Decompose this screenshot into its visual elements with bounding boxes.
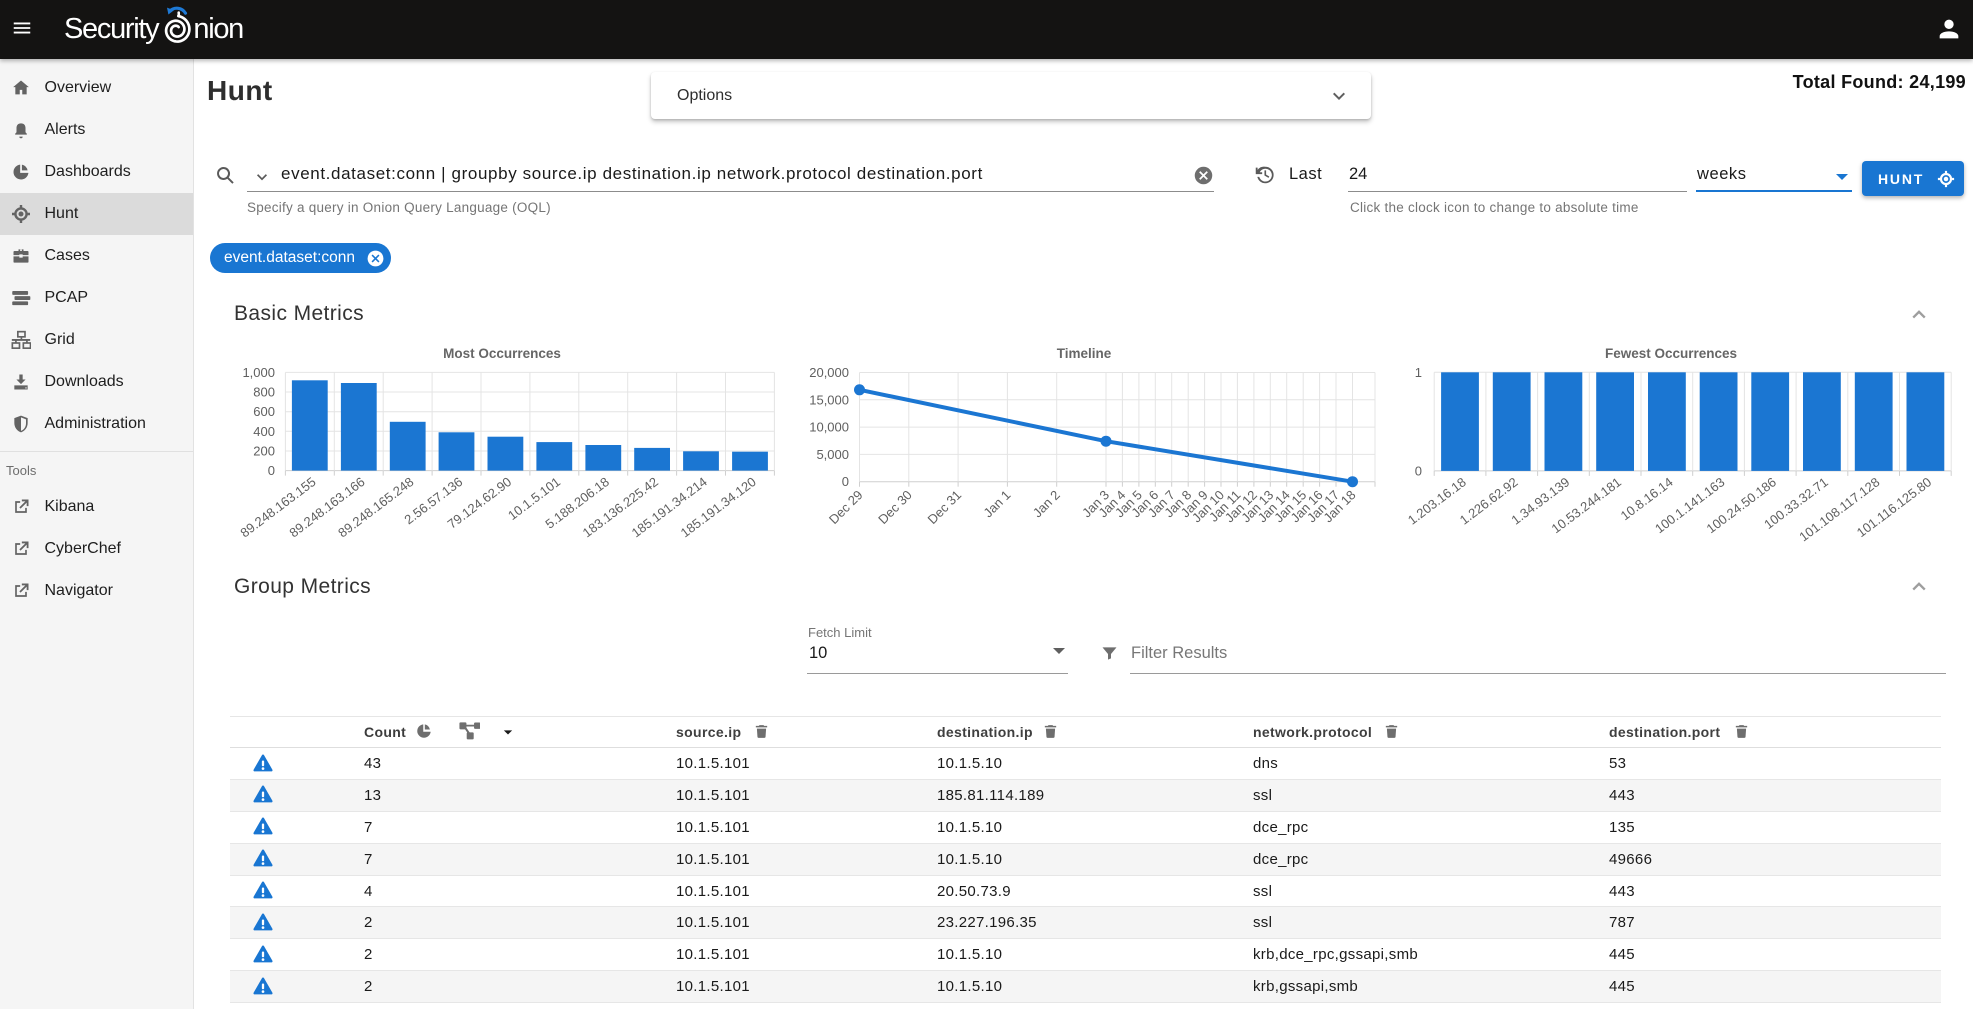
svg-text:600: 600 bbox=[253, 404, 275, 419]
svg-text:Most Occurrences: Most Occurrences bbox=[443, 346, 561, 361]
svg-text:Timeline: Timeline bbox=[1057, 346, 1112, 361]
svg-text:20,000: 20,000 bbox=[809, 365, 849, 380]
svg-text:15,000: 15,000 bbox=[809, 392, 849, 407]
svg-text:Jan 2: Jan 2 bbox=[1030, 487, 1063, 520]
svg-text:0: 0 bbox=[1415, 463, 1422, 478]
svg-text:0: 0 bbox=[268, 463, 275, 478]
svg-text:0: 0 bbox=[842, 474, 849, 489]
svg-text:5,000: 5,000 bbox=[816, 447, 849, 462]
svg-text:10,000: 10,000 bbox=[809, 420, 849, 435]
svg-text:Jan 1: Jan 1 bbox=[980, 487, 1013, 520]
svg-text:Dec 31: Dec 31 bbox=[924, 487, 964, 527]
svg-text:1: 1 bbox=[1415, 365, 1422, 380]
svg-text:200: 200 bbox=[253, 444, 275, 459]
svg-text:800: 800 bbox=[253, 385, 275, 400]
svg-text:Fewest Occurrences: Fewest Occurrences bbox=[1605, 346, 1737, 361]
svg-text:Dec 29: Dec 29 bbox=[826, 487, 866, 527]
svg-text:1,000: 1,000 bbox=[242, 365, 275, 380]
svg-text:Dec 30: Dec 30 bbox=[875, 487, 915, 527]
svg-text:400: 400 bbox=[253, 424, 275, 439]
